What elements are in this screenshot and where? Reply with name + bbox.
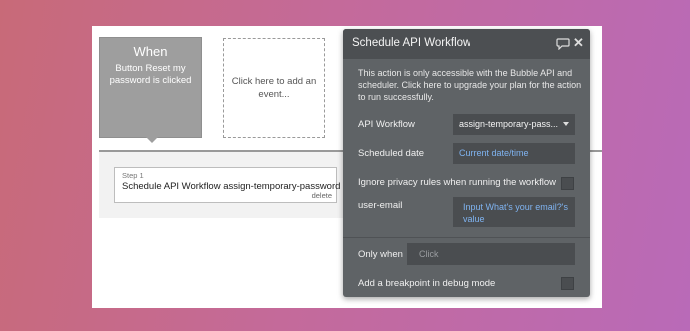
close-icon[interactable]: ✕ (573, 36, 585, 49)
panel-title: Schedule API Workflow assign-temporary-p… (352, 37, 470, 49)
chevron-down-icon (563, 122, 569, 126)
comment-icon[interactable] (556, 38, 570, 50)
step-title: Schedule API Workflow assign-temporary-p… (122, 181, 341, 192)
scheduled-date-label: Scheduled date (358, 148, 425, 159)
only-when-field[interactable]: Click (407, 243, 575, 265)
event-pointer (146, 137, 158, 143)
user-email-field[interactable]: Input What's your email?'s value (453, 197, 575, 227)
add-event-button[interactable]: Click here to add an event... (223, 38, 325, 138)
only-when-label: Only when (358, 249, 403, 260)
panel-divider (343, 237, 590, 238)
api-workflow-value: assign-temporary-pass... (459, 119, 559, 129)
event-when-label: When (133, 44, 168, 59)
step-card[interactable]: Step 1 Schedule API Workflow assign-temp… (114, 167, 341, 203)
breakpoint-checkbox[interactable] (561, 277, 574, 290)
action-property-panel: Schedule API Workflow assign-temporary-p… (343, 29, 590, 297)
step-number: Step 1 (122, 171, 144, 180)
breakpoint-label: Add a breakpoint in debug mode (358, 278, 496, 289)
api-workflow-dropdown[interactable]: assign-temporary-pass... (453, 114, 575, 135)
scheduled-date-value: Current date/time (459, 148, 529, 158)
user-email-value: Input What's your email?'s value (463, 202, 568, 224)
panel-header: Schedule API Workflow assign-temporary-p… (343, 29, 590, 59)
api-workflow-label: API Workflow (358, 119, 415, 130)
add-event-label: Click here to add an event... (231, 76, 317, 100)
step-delete-link[interactable]: delete (312, 191, 332, 200)
ignore-privacy-checkbox[interactable] (561, 177, 574, 190)
only-when-placeholder: Click (419, 249, 439, 259)
ignore-privacy-label: Ignore privacy rules when running the wo… (358, 177, 557, 188)
event-card[interactable]: When Button Reset my password is clicked (99, 37, 202, 143)
event-description: Button Reset my password is clicked (109, 63, 192, 86)
upgrade-notice[interactable]: This action is only accessible with the … (358, 67, 582, 103)
scheduled-date-field[interactable]: Current date/time (453, 143, 575, 164)
user-email-label: user-email (358, 200, 403, 211)
